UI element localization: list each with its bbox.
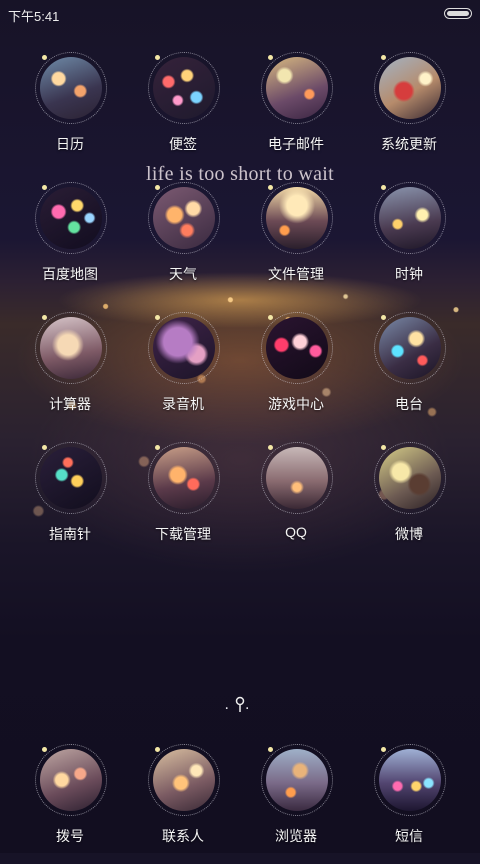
app-label: 系统更新 — [381, 136, 437, 152]
app-label: 时钟 — [395, 266, 423, 282]
notes-icon — [153, 57, 215, 119]
contacts-icon — [153, 749, 215, 811]
weibo-icon — [379, 447, 441, 509]
messages-icon — [379, 749, 441, 811]
app-icon-frame — [35, 52, 107, 124]
app-file-manager[interactable]: 文件管理 — [241, 182, 351, 302]
dialer-icon — [40, 749, 102, 811]
weather-icon — [153, 187, 215, 249]
app-label: 日历 — [56, 136, 84, 152]
app-icon-frame — [35, 312, 107, 384]
qq-icon — [266, 447, 328, 509]
app-messages[interactable]: 短信 — [354, 744, 464, 864]
status-bar: 下午5:41 — [0, 0, 480, 28]
app-icon-frame — [148, 744, 220, 816]
page-indicator[interactable]: .. — [0, 696, 480, 714]
clock-icon — [379, 187, 441, 249]
file-manager-icon — [266, 187, 328, 249]
app-icon-frame — [374, 442, 446, 514]
app-baidu-map[interactable]: 百度地图 — [15, 182, 125, 302]
home-pin-icon — [235, 696, 245, 712]
app-label: 指南针 — [49, 526, 91, 542]
app-icon-frame — [374, 52, 446, 124]
email-icon — [266, 57, 328, 119]
app-icon-frame — [261, 182, 333, 254]
app-icon-frame — [261, 744, 333, 816]
compass-icon — [40, 447, 102, 509]
app-recorder[interactable]: 录音机 — [128, 312, 238, 432]
app-label: 天气 — [169, 266, 197, 282]
app-contacts[interactable]: 联系人 — [128, 744, 238, 864]
app-icon-frame — [374, 312, 446, 384]
app-label: 文件管理 — [268, 266, 324, 282]
page-dot-right: . — [245, 696, 256, 714]
baidu-map-icon — [40, 187, 102, 249]
app-label: 短信 — [395, 828, 423, 844]
calendar-icon — [40, 57, 102, 119]
radio-icon — [379, 317, 441, 379]
app-label: 浏览器 — [275, 828, 317, 844]
app-icon-frame — [374, 744, 446, 816]
app-label: 百度地图 — [42, 266, 98, 282]
game-center-icon — [266, 317, 328, 379]
app-notes[interactable]: 便签 — [128, 52, 238, 172]
app-icon-frame — [148, 442, 220, 514]
app-icon-frame — [148, 312, 220, 384]
status-time: 下午5:41 — [8, 9, 60, 24]
app-icon-frame — [374, 182, 446, 254]
app-download-manager[interactable]: 下载管理 — [128, 442, 238, 562]
app-icon-frame — [35, 182, 107, 254]
app-calculator[interactable]: 计算器 — [15, 312, 125, 432]
download-manager-icon — [153, 447, 215, 509]
app-calendar[interactable]: 日历 — [15, 52, 125, 172]
app-icon-frame — [261, 442, 333, 514]
app-label: 微博 — [395, 526, 423, 542]
app-label: 游戏中心 — [268, 396, 324, 412]
app-radio[interactable]: 电台 — [354, 312, 464, 432]
app-email[interactable]: 电子邮件 — [241, 52, 351, 172]
browser-icon — [266, 749, 328, 811]
app-label: 联系人 — [162, 828, 204, 844]
app-label: 下载管理 — [155, 526, 211, 542]
app-label: 便签 — [169, 136, 197, 152]
app-icon-frame — [148, 52, 220, 124]
system-update-icon — [379, 57, 441, 119]
battery-icon — [444, 8, 472, 19]
app-browser[interactable]: 浏览器 — [241, 744, 351, 864]
app-label: 录音机 — [162, 396, 204, 412]
app-weibo[interactable]: 微博 — [354, 442, 464, 562]
app-icon-frame — [148, 182, 220, 254]
app-icon-frame — [35, 744, 107, 816]
app-icon-frame — [261, 312, 333, 384]
app-game-center[interactable]: 游戏中心 — [241, 312, 351, 432]
recorder-icon — [153, 317, 215, 379]
app-icon-frame — [35, 442, 107, 514]
app-label: 拨号 — [56, 828, 84, 844]
calculator-icon — [40, 317, 102, 379]
app-label: 电台 — [395, 396, 423, 412]
app-label: 电子邮件 — [268, 136, 324, 152]
page-dot-left: . — [224, 696, 235, 714]
app-qq[interactable]: QQ — [241, 442, 351, 562]
app-weather[interactable]: 天气 — [128, 182, 238, 302]
app-dialer[interactable]: 拨号 — [15, 744, 125, 864]
app-label: 计算器 — [49, 396, 91, 412]
app-icon-frame — [261, 52, 333, 124]
app-system-update[interactable]: 系统更新 — [354, 52, 464, 172]
app-label: QQ — [285, 524, 307, 540]
app-compass[interactable]: 指南针 — [15, 442, 125, 562]
app-clock[interactable]: 时钟 — [354, 182, 464, 302]
